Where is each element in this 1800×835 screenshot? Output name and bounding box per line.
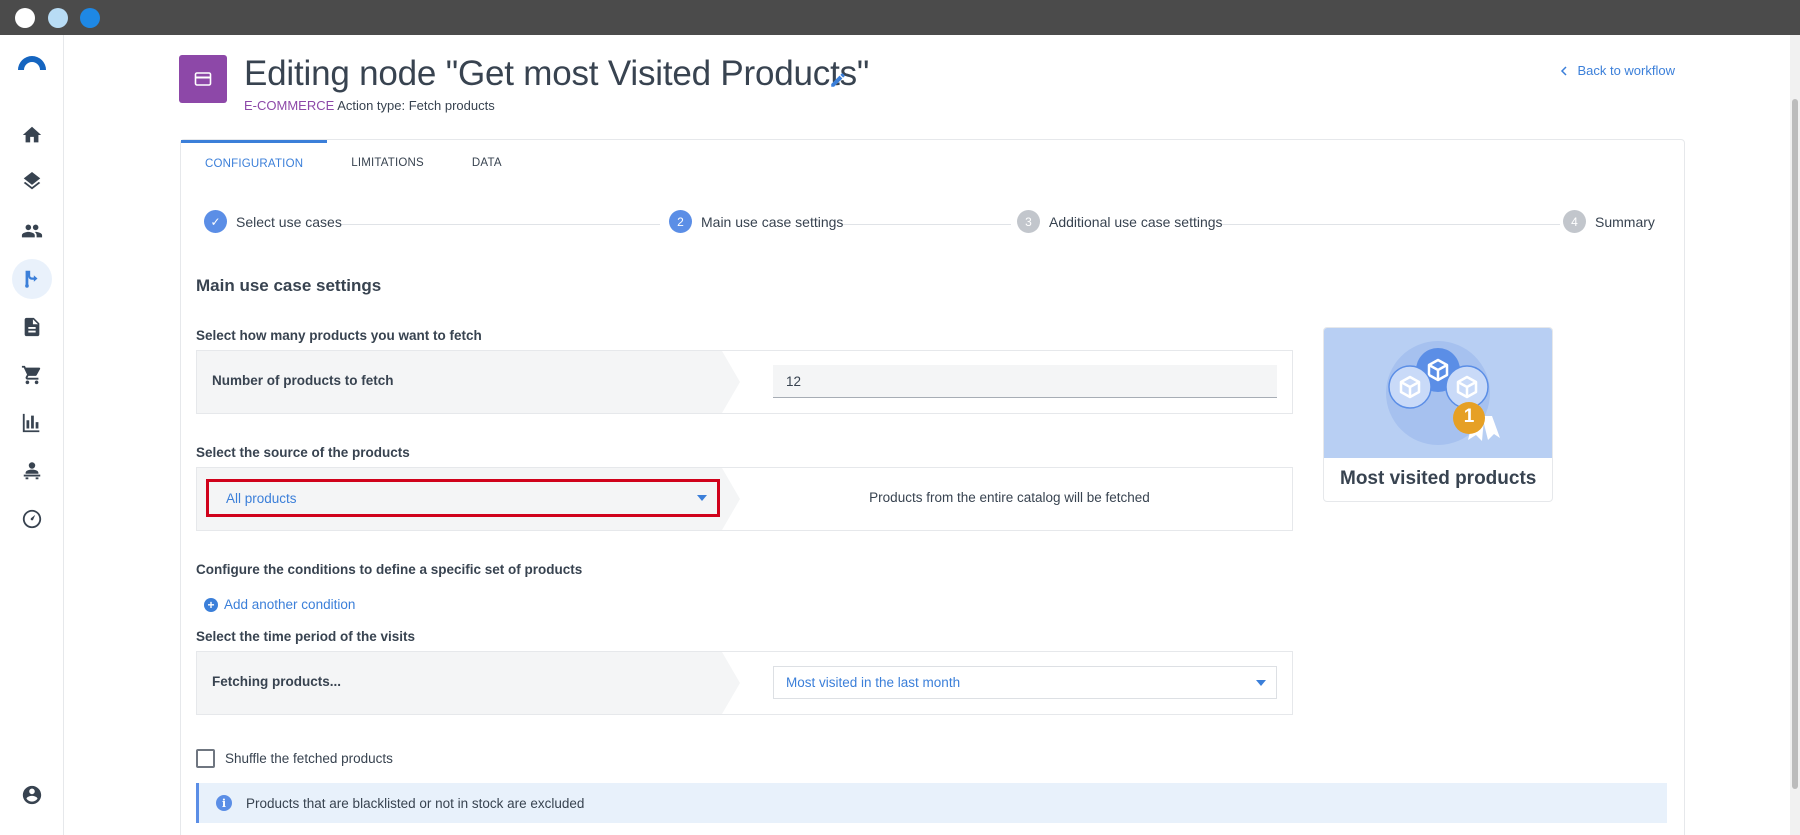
person-desk-icon bbox=[23, 462, 41, 480]
check-icon: ✓ bbox=[204, 210, 227, 233]
stepper-connector bbox=[340, 224, 660, 225]
period-select-value: Most visited in the last month bbox=[786, 675, 961, 690]
node-subtitle: E-COMMERCE Action type: Fetch products bbox=[244, 98, 495, 113]
medal-badge-number: 1 bbox=[1463, 406, 1475, 427]
chevron-left-icon bbox=[1561, 65, 1567, 76]
source-select-value: All products bbox=[226, 490, 297, 506]
preview-title: Most visited products bbox=[1340, 468, 1537, 489]
source-select[interactable]: All products bbox=[206, 479, 720, 517]
plus-circle-icon: + bbox=[204, 597, 218, 612]
fetch-count-input[interactable] bbox=[773, 365, 1277, 398]
sidebar-item-ecommerce[interactable] bbox=[12, 355, 52, 395]
sidebar-item-home[interactable] bbox=[12, 115, 52, 155]
sidebar bbox=[0, 35, 64, 835]
step-select-use-cases[interactable]: ✓ Select use cases bbox=[204, 210, 342, 233]
node-category: E-COMMERCE bbox=[244, 98, 335, 113]
medal-boxes-icon bbox=[1386, 341, 1500, 445]
tab-data[interactable]: DATA bbox=[448, 140, 526, 185]
stepper-connector bbox=[841, 224, 1011, 225]
conditions-label: Configure the conditions to define a spe… bbox=[196, 562, 583, 577]
section-title: Main use case settings bbox=[196, 276, 382, 295]
sidebar-user-account[interactable] bbox=[12, 775, 52, 815]
step-label: Main use case settings bbox=[701, 213, 844, 230]
fetch-count-row-label: Number of products to fetch bbox=[212, 373, 394, 388]
window-close-button[interactable] bbox=[15, 8, 35, 28]
tab-bar: CONFIGURATION LIMITATIONS DATA bbox=[181, 140, 526, 185]
dashboard-icon bbox=[22, 509, 42, 529]
layers-icon bbox=[23, 172, 41, 190]
step-label: Summary bbox=[1595, 213, 1655, 230]
step-label: Select use cases bbox=[236, 213, 342, 230]
add-condition-button[interactable]: + Add another condition bbox=[204, 597, 355, 612]
document-icon bbox=[24, 317, 40, 337]
edit-title-icon[interactable] bbox=[829, 71, 847, 89]
step-number: 3 bbox=[1017, 210, 1040, 233]
source-label: Select the source of the products bbox=[196, 445, 410, 460]
bar-chart-icon bbox=[22, 413, 40, 433]
app-logo-icon[interactable] bbox=[16, 52, 48, 72]
sidebar-item-people[interactable] bbox=[12, 211, 52, 251]
window-maximize-button[interactable] bbox=[80, 8, 100, 28]
step-additional-use-case-settings[interactable]: 3 Additional use case settings bbox=[1017, 210, 1223, 233]
sidebar-item-workflows[interactable] bbox=[12, 259, 52, 299]
source-row: All products Products from the entire ca… bbox=[196, 467, 1293, 531]
shuffle-checkbox[interactable] bbox=[196, 749, 215, 768]
source-hint: Products from the entire catalog will be… bbox=[869, 490, 1150, 505]
node-action-type: Action type: Fetch products bbox=[337, 98, 495, 113]
people-icon bbox=[21, 224, 43, 238]
info-text: Products that are blacklisted or not in … bbox=[246, 795, 585, 811]
shuffle-label: Shuffle the fetched products bbox=[225, 751, 393, 766]
info-banner: i Products that are blacklisted or not i… bbox=[196, 783, 1667, 823]
step-number: 4 bbox=[1563, 210, 1586, 233]
tab-configuration[interactable]: CONFIGURATION bbox=[181, 140, 328, 185]
back-to-workflow-link[interactable]: Back to workflow bbox=[1559, 63, 1675, 78]
workflow-icon bbox=[25, 270, 38, 288]
scrollbar-thumb[interactable] bbox=[1792, 99, 1798, 789]
add-condition-label: Add another condition bbox=[224, 597, 356, 612]
step-label: Additional use case settings bbox=[1049, 213, 1223, 230]
sidebar-item-layers[interactable] bbox=[12, 163, 52, 203]
card-icon bbox=[194, 72, 212, 86]
step-summary[interactable]: 4 Summary bbox=[1563, 210, 1655, 233]
period-row: Fetching products... Most visited in the… bbox=[196, 651, 1293, 715]
page-scrollbar[interactable] bbox=[1790, 35, 1800, 835]
shuffle-option[interactable]: Shuffle the fetched products bbox=[196, 749, 393, 768]
fetch-count-row: Number of products to fetch bbox=[196, 350, 1293, 414]
use-case-preview-card: 1 Most visited products bbox=[1323, 327, 1553, 502]
node-type-icon bbox=[179, 55, 227, 103]
chevron-down-icon bbox=[1256, 679, 1266, 686]
sidebar-item-analytics[interactable] bbox=[12, 403, 52, 443]
sidebar-item-dashboard[interactable] bbox=[12, 499, 52, 539]
account-circle-icon bbox=[22, 785, 42, 805]
sidebar-item-documents[interactable] bbox=[12, 307, 52, 347]
stepper-connector bbox=[1222, 224, 1560, 225]
sidebar-item-agents[interactable] bbox=[12, 451, 52, 491]
step-main-use-case-settings[interactable]: 2 Main use case settings bbox=[669, 210, 843, 233]
window-minimize-button[interactable] bbox=[48, 8, 68, 28]
fetch-count-label: Select how many products you want to fet… bbox=[196, 328, 482, 343]
step-number: 2 bbox=[669, 210, 692, 233]
chevron-down-icon bbox=[697, 495, 707, 501]
window-titlebar bbox=[0, 0, 1800, 35]
period-row-label: Fetching products... bbox=[212, 674, 342, 689]
cart-icon bbox=[21, 365, 41, 385]
page-title: Editing node "Get most Visited Products" bbox=[244, 54, 870, 93]
period-select[interactable]: Most visited in the last month bbox=[773, 666, 1277, 699]
home-icon bbox=[22, 126, 42, 143]
info-icon: i bbox=[216, 795, 232, 811]
tab-limitations[interactable]: LIMITATIONS bbox=[327, 140, 448, 185]
back-link-label: Back to workflow bbox=[1577, 63, 1675, 78]
period-label: Select the time period of the visits bbox=[196, 629, 416, 644]
preview-illustration: 1 bbox=[1324, 328, 1552, 458]
